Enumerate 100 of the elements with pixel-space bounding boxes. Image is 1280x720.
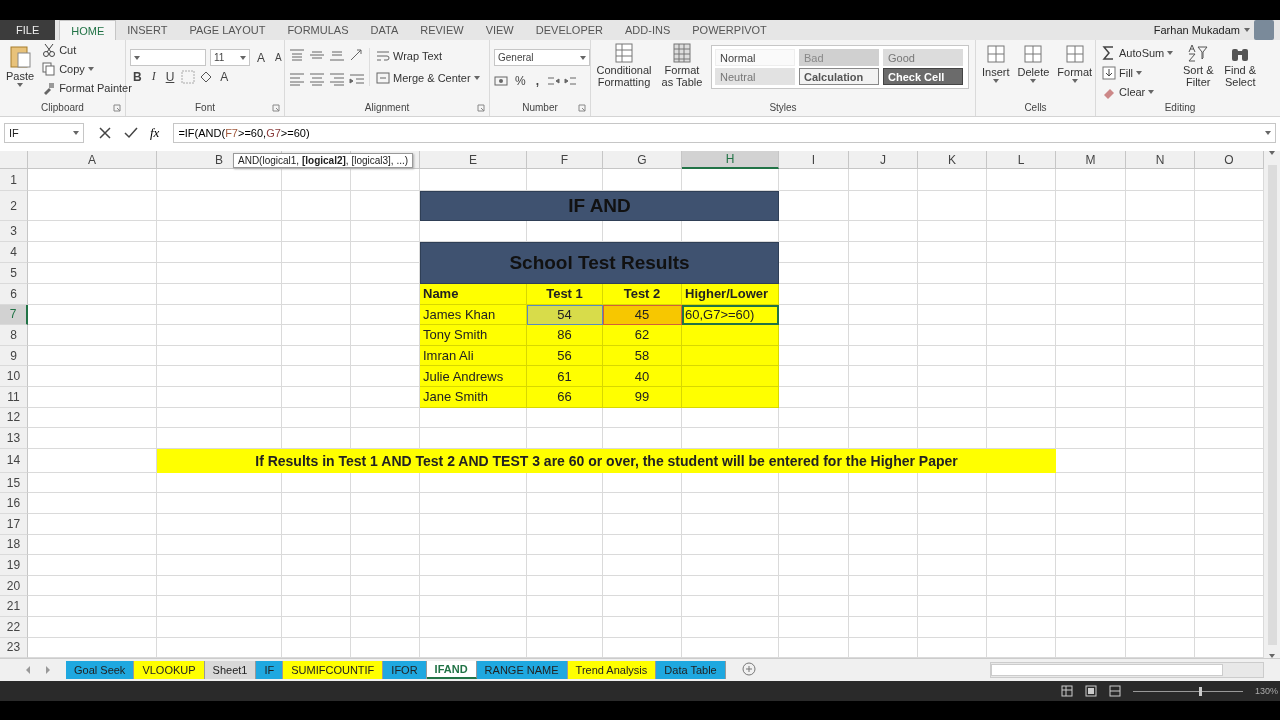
font-color-button[interactable]: A xyxy=(217,69,232,84)
column-header[interactable]: L xyxy=(987,151,1056,169)
row-header[interactable]: 18 xyxy=(0,534,28,556)
row-header[interactable]: 13 xyxy=(0,428,28,449)
grow-font-button[interactable]: A xyxy=(254,50,268,65)
row-header[interactable]: 16 xyxy=(0,493,28,514)
row-header[interactable]: 9 xyxy=(0,345,28,367)
row-header[interactable]: 15 xyxy=(0,472,28,494)
underline-button[interactable]: U xyxy=(162,69,178,84)
find-select-button[interactable]: Find & Select xyxy=(1221,42,1260,89)
column-header[interactable]: M xyxy=(1056,151,1126,169)
cell-style[interactable]: Normal xyxy=(715,49,795,66)
number-format-field[interactable]: General xyxy=(494,49,590,66)
merge-center-button[interactable]: Merge & Center xyxy=(374,70,482,86)
column-header[interactable]: E xyxy=(420,151,527,169)
row-header[interactable]: 22 xyxy=(0,616,28,638)
column-header[interactable]: I xyxy=(779,151,849,169)
paste-button[interactable]: Paste xyxy=(4,42,37,88)
table-cell: 45 xyxy=(603,304,682,326)
ribbon-tab[interactable]: DEVELOPER xyxy=(524,20,614,40)
caret-icon xyxy=(1148,90,1155,94)
cell-style[interactable]: Check Cell xyxy=(883,68,963,85)
row-header[interactable]: 21 xyxy=(0,596,28,617)
row-header[interactable]: 1 xyxy=(0,169,28,191)
account-name[interactable]: Farhan Mukadam xyxy=(1153,24,1240,36)
ribbon-tab[interactable]: HOME xyxy=(59,20,117,40)
sheet-tab[interactable]: SUMIFCOUNTIF xyxy=(283,661,384,680)
fill-color-icon xyxy=(199,69,214,84)
sheet-tab[interactable]: Trend Analysis xyxy=(567,661,657,680)
row-header[interactable]: 12 xyxy=(0,407,28,429)
column-header[interactable]: J xyxy=(849,151,918,169)
zoom-thumb[interactable] xyxy=(1198,686,1202,696)
clear-button[interactable]: Clear xyxy=(1100,84,1176,100)
ribbon-tab[interactable]: ADD-INS xyxy=(614,20,682,40)
column-header[interactable]: H xyxy=(682,151,779,169)
wrap-text-button[interactable]: Wrap Text xyxy=(374,48,482,64)
sheet-tab[interactable]: Sheet1 xyxy=(204,661,257,680)
avatar[interactable] xyxy=(1254,20,1274,40)
row-header[interactable]: 7 xyxy=(0,304,28,326)
row-header[interactable]: 19 xyxy=(0,555,28,576)
cells-button[interactable]: Insert xyxy=(980,42,1012,84)
sheet-tab[interactable]: RANGE NAME xyxy=(476,661,568,680)
ribbon-tab[interactable]: VIEW xyxy=(474,20,525,40)
cell-style[interactable]: Calculation xyxy=(799,68,879,85)
zoom-level[interactable]: 130% xyxy=(1254,686,1278,697)
row-header[interactable]: 2 xyxy=(0,191,28,221)
horizontal-scrollbar[interactable] xyxy=(990,662,1264,679)
row-header[interactable]: 5 xyxy=(0,263,28,284)
font-size-field[interactable]: 11 xyxy=(210,49,250,66)
row-header[interactable]: 17 xyxy=(0,513,28,535)
column-header[interactable]: K xyxy=(918,151,987,169)
sheet-tab[interactable]: Goal Seek xyxy=(66,661,135,680)
cells-button[interactable]: Format xyxy=(1055,42,1095,84)
sheet-tab[interactable]: Data Table xyxy=(656,661,726,680)
insert-function-button[interactable]: fx xyxy=(150,125,160,141)
row-header[interactable]: 8 xyxy=(0,325,28,346)
sheet-tab[interactable]: VLOOKUP xyxy=(134,661,205,680)
row-header[interactable]: 6 xyxy=(0,284,28,305)
sort-filter-button[interactable]: Sort & Filter xyxy=(1179,42,1218,89)
row-header[interactable]: 14 xyxy=(0,448,28,473)
font-name-field[interactable] xyxy=(130,49,206,66)
row-header[interactable]: 4 xyxy=(0,242,28,263)
sheet-tab[interactable]: IF xyxy=(256,661,284,680)
grid-icon xyxy=(1063,43,1086,65)
column-header[interactable]: F xyxy=(527,151,603,169)
formula-field[interactable]: =IF(AND(F7>=60,G7>=60) xyxy=(173,123,1276,143)
percent-button[interactable]: % xyxy=(512,74,529,88)
format-as-table-button[interactable]: Format as Table xyxy=(657,42,707,89)
cut-button[interactable]: Cut xyxy=(40,42,134,58)
cells-button[interactable]: Delete xyxy=(1015,42,1052,84)
shrink-font-button[interactable]: A xyxy=(272,52,285,63)
cell-style[interactable]: Neutral xyxy=(715,68,795,85)
row-header[interactable]: 3 xyxy=(0,221,28,242)
ribbon-tab[interactable]: INSERT xyxy=(116,20,179,40)
ribbon-tab[interactable]: REVIEW xyxy=(409,20,475,40)
select-all-corner[interactable] xyxy=(0,151,28,169)
column-header[interactable]: G xyxy=(603,151,682,169)
conditional-formatting-button[interactable]: Conditional Formatting xyxy=(595,42,653,89)
ribbon-tab[interactable]: POWERPIVOT xyxy=(681,20,778,40)
sheet-tab[interactable]: IFAND xyxy=(426,661,477,680)
row-header[interactable]: 11 xyxy=(0,386,28,408)
row-header[interactable]: 10 xyxy=(0,366,28,387)
ribbon-tab[interactable]: DATA xyxy=(359,20,410,40)
ribbon-tab[interactable]: FORMULAS xyxy=(276,20,360,40)
comma-button[interactable]: , xyxy=(532,74,542,88)
autosum-button[interactable]: AutoSum xyxy=(1100,44,1176,62)
italic-button[interactable]: I xyxy=(148,69,159,84)
row-header[interactable]: 23 xyxy=(0,637,28,659)
ribbon-tab[interactable]: FILE xyxy=(0,20,56,40)
column-header[interactable]: A xyxy=(28,151,157,169)
name-box[interactable]: IF xyxy=(4,123,84,143)
ribbon-tab[interactable]: PAGE LAYOUT xyxy=(178,20,277,40)
sheet-tab[interactable]: IFOR xyxy=(383,661,427,680)
group-label: Cells xyxy=(1023,102,1048,115)
column-header[interactable]: O xyxy=(1195,151,1264,169)
vertical-scrollbar[interactable] xyxy=(1264,151,1280,659)
column-header[interactable]: N xyxy=(1126,151,1195,169)
row-header[interactable]: 20 xyxy=(0,575,28,597)
expand-icon xyxy=(1265,131,1271,135)
fill-button[interactable]: Fill xyxy=(1100,65,1176,81)
